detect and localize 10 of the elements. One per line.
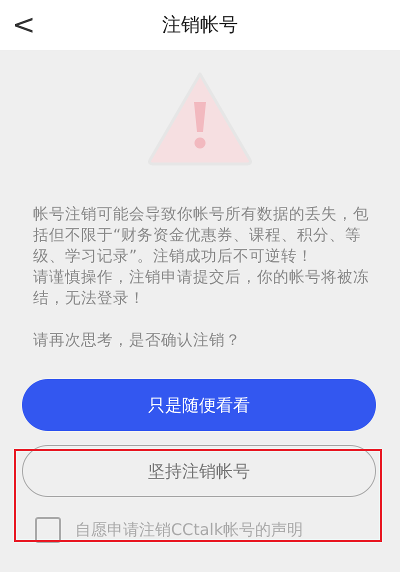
warning-text: 帐号注销可能会导致你帐号所有数据的丢失，包括但不限于“财务资金优惠券、课程、积分、等级、学习记录”。注销成功后不可逆转！ [33, 204, 370, 267]
confirm-deletion-button[interactable]: 坚持注销帐号 [22, 445, 376, 497]
cancel-button[interactable]: 只是随便看看 [22, 379, 376, 431]
warning-text: 请再次思考，是否确认注销？ [33, 330, 242, 351]
back-button[interactable]: < [8, 8, 40, 41]
warning-icon [146, 70, 254, 166]
agreement-label: 自愿申请注销CCtalk帐号的声明 [75, 520, 304, 540]
page-title: 注销帐号 [162, 13, 238, 38]
warning-text: 请谨慎操作，注销申请提交后，你的帐号将被冻结，无法登录！ [33, 267, 370, 309]
checkbox[interactable] [35, 517, 61, 543]
